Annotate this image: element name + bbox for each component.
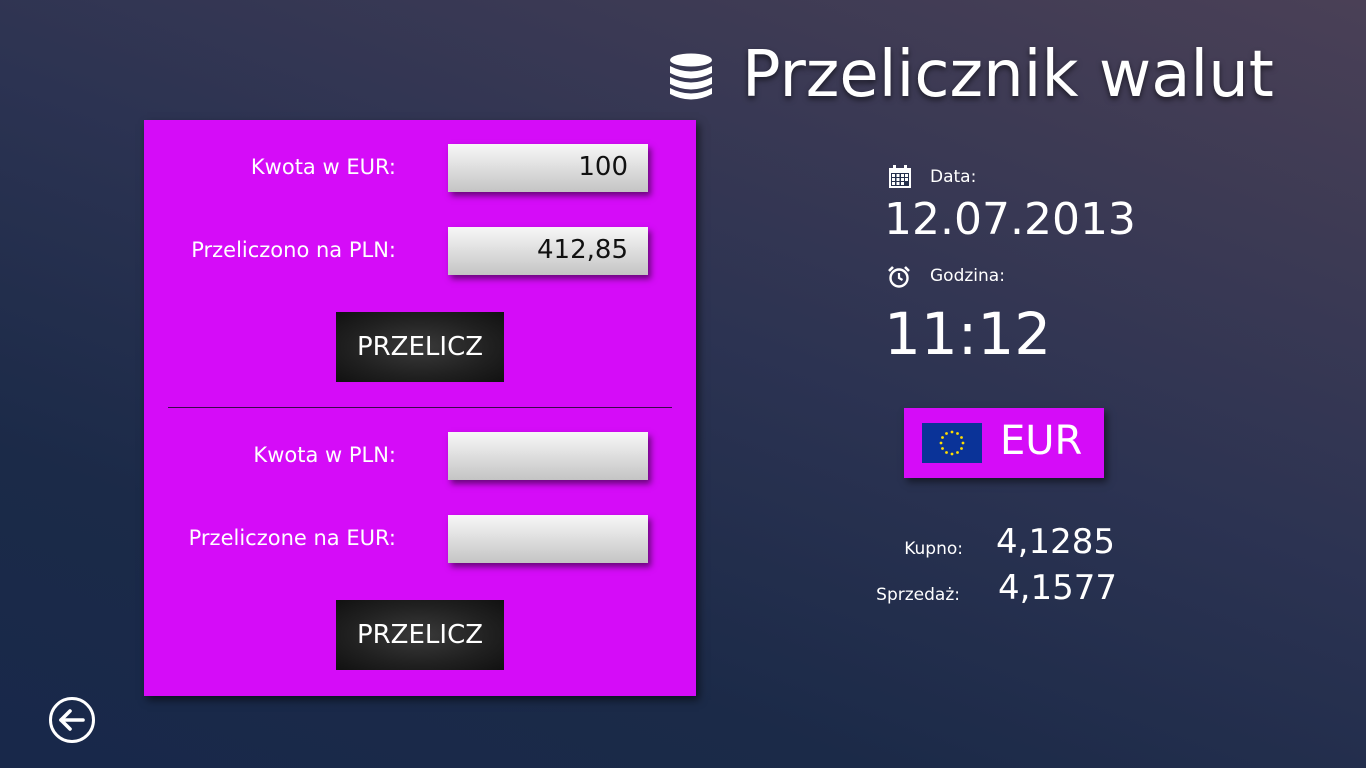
eur-result-label: Przeliczone na EUR: — [188, 526, 396, 550]
divider — [168, 407, 672, 408]
back-button[interactable] — [48, 696, 96, 744]
convert-pln-to-eur-button[interactable]: PRZELICZ — [336, 600, 504, 670]
currency-code: EUR — [1000, 418, 1083, 464]
eur-amount-label: Kwota w EUR: — [250, 155, 396, 179]
pln-result-field[interactable]: 412,85 — [448, 227, 648, 275]
time-label: Godzina: — [930, 266, 1005, 286]
currency-selector-button[interactable]: EUR — [904, 408, 1104, 478]
convert-eur-to-pln-button[interactable]: PRZELICZ — [336, 312, 504, 382]
eur-amount-input[interactable]: 100 — [448, 144, 648, 192]
sell-rate-value: 4,1577 — [998, 568, 1117, 608]
pln-result-row: Przeliczono na PLN: 412,85 — [144, 227, 696, 275]
eur-result-row: Przeliczone na EUR: — [144, 515, 696, 563]
buy-rate-value: 4,1285 — [996, 522, 1115, 562]
eur-result-field[interactable] — [448, 515, 648, 563]
buy-rate-label: Kupno: — [904, 539, 963, 559]
back-arrow-icon — [49, 697, 95, 743]
eur-amount-row: Kwota w EUR: 100 — [144, 144, 696, 192]
pln-result-label: Przeliczono na PLN: — [191, 238, 396, 262]
pln-amount-input[interactable] — [448, 432, 648, 480]
pln-amount-label: Kwota w PLN: — [253, 443, 396, 467]
time-value: 11:12 — [884, 300, 1052, 368]
sell-rate-label: Sprzedaż: — [876, 585, 960, 605]
calendar-icon — [888, 165, 912, 189]
converter-panel: Kwota w EUR: 100 Przeliczono na PLN: 412… — [144, 120, 696, 696]
eu-flag-icon — [922, 423, 982, 463]
pln-amount-row: Kwota w PLN: — [144, 432, 696, 480]
date-value: 12.07.2013 — [884, 194, 1136, 245]
app-header: Przelicznik walut — [668, 30, 1274, 120]
alarm-clock-icon — [887, 265, 911, 289]
date-label: Data: — [930, 167, 977, 187]
database-icon — [668, 52, 714, 102]
page-title: Przelicznik walut — [742, 38, 1274, 112]
